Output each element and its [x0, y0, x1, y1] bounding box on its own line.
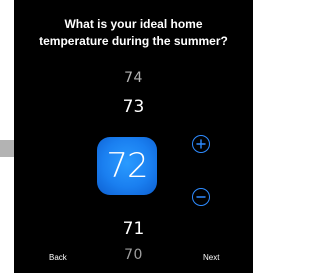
increase-temperature-button[interactable] [192, 135, 210, 153]
question-line-1: What is your ideal home [64, 17, 203, 31]
decrease-temperature-button[interactable] [192, 188, 210, 206]
app-frame: What is your ideal home temperature duri… [0, 0, 253, 273]
temperature-option-71[interactable]: 71 [14, 219, 253, 239]
thermostat-screen: What is your ideal home temperature duri… [14, 0, 253, 273]
side-tab [0, 140, 14, 157]
temperature-option-74[interactable]: 74 [14, 70, 253, 86]
selected-temperature-box[interactable]: 72 [97, 137, 157, 195]
temperature-option-73[interactable]: 73 [14, 97, 253, 117]
question-line-2: temperature during the summer? [39, 34, 228, 48]
back-button[interactable]: Back [49, 253, 67, 263]
minus-circle-icon [196, 196, 206, 198]
plus-circle-icon [196, 139, 206, 149]
selected-temperature-value: 72 [106, 146, 148, 186]
next-button[interactable]: Next [203, 253, 219, 263]
